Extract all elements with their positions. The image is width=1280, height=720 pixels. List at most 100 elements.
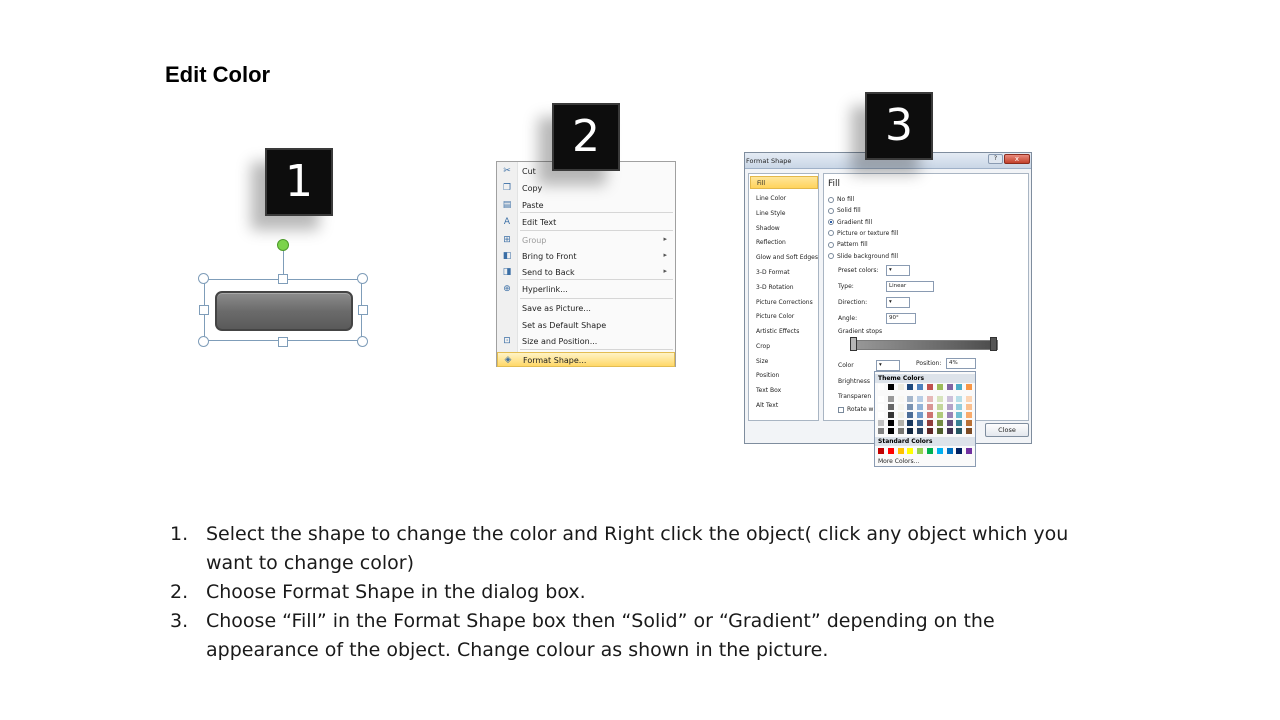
gray-rounded-rectangle-shape[interactable] [215, 291, 353, 331]
color-swatch[interactable] [946, 420, 953, 426]
dialog-nav-item[interactable]: 3-D Format [750, 266, 818, 279]
type-dropdown[interactable]: Linear [886, 281, 934, 292]
color-swatch[interactable] [927, 412, 933, 418]
menu-item-size-and-position[interactable]: ⊡ Size and Position... [497, 334, 675, 349]
dialog-nav-item[interactable]: Size [750, 355, 818, 368]
menu-item-format-shape[interactable]: ◈ Format Shape... [497, 352, 675, 367]
color-swatch[interactable] [897, 404, 904, 410]
standard-color-swatch[interactable] [936, 448, 943, 454]
color-swatch[interactable] [878, 404, 884, 410]
color-swatch[interactable] [917, 428, 924, 434]
color-swatch[interactable] [927, 420, 933, 426]
color-swatch[interactable] [887, 384, 894, 390]
resize-handle-top-right[interactable] [357, 273, 368, 284]
color-swatch[interactable] [936, 428, 943, 434]
color-swatch[interactable] [897, 412, 904, 418]
color-swatch[interactable] [936, 412, 943, 418]
color-swatch[interactable] [936, 420, 943, 426]
color-swatch[interactable] [956, 384, 963, 390]
color-swatch[interactable] [946, 396, 953, 402]
color-swatch[interactable] [897, 396, 904, 402]
fill-option-radio[interactable]: Solid fill [828, 207, 861, 217]
menu-item-paste[interactable]: ▤ Paste [497, 198, 675, 213]
color-swatch[interactable] [946, 404, 953, 410]
dialog-nav-item[interactable]: Shadow [750, 222, 818, 235]
color-swatch[interactable] [927, 404, 933, 410]
color-swatch[interactable] [887, 396, 894, 402]
dialog-nav-item[interactable]: Picture Color [750, 310, 818, 323]
dialog-nav-item[interactable]: Line Style [750, 207, 818, 220]
color-swatch[interactable] [917, 420, 924, 426]
standard-color-swatch[interactable] [897, 448, 904, 454]
fill-option-radio[interactable]: No fill [828, 196, 854, 206]
resize-handle-left[interactable] [199, 305, 209, 315]
color-swatch[interactable] [917, 384, 924, 390]
standard-color-swatch[interactable] [917, 448, 924, 454]
close-button[interactable]: Close [985, 423, 1029, 437]
gradient-stop-handle[interactable] [990, 337, 997, 351]
color-swatch[interactable] [927, 384, 933, 390]
color-swatch[interactable] [878, 428, 884, 434]
color-swatch[interactable] [946, 428, 953, 434]
standard-color-swatch[interactable] [927, 448, 933, 454]
standard-color-swatch[interactable] [878, 448, 884, 454]
dialog-nav-item[interactable]: Alt Text [750, 399, 818, 412]
more-colors-link[interactable]: More Colors... [878, 458, 919, 465]
color-swatch[interactable] [878, 396, 884, 402]
color-swatch[interactable] [936, 396, 943, 402]
menu-item-send-to-back[interactable]: ◨ Send to Back ▸ [497, 265, 675, 280]
resize-handle-bottom-left[interactable] [198, 336, 209, 347]
rotate-with-shape-checkbox[interactable]: Rotate w [838, 406, 873, 413]
standard-color-swatch[interactable] [887, 448, 894, 454]
color-swatch[interactable] [946, 384, 953, 390]
dialog-nav-item[interactable]: Picture Corrections [750, 296, 818, 309]
color-swatch[interactable] [966, 404, 973, 410]
menu-item-edit-text[interactable]: A Edit Text [497, 215, 675, 230]
fill-option-radio[interactable]: Picture or texture fill [828, 230, 898, 240]
color-swatch[interactable] [907, 428, 914, 434]
color-swatch[interactable] [907, 404, 914, 410]
color-swatch[interactable] [878, 420, 884, 426]
resize-handle-top[interactable] [278, 274, 288, 284]
preset-colors-dropdown[interactable]: ▾ [886, 265, 910, 276]
standard-color-swatch[interactable] [946, 448, 953, 454]
color-swatch[interactable] [966, 396, 973, 402]
color-swatch[interactable] [927, 428, 933, 434]
resize-handle-bottom-right[interactable] [357, 336, 368, 347]
direction-dropdown[interactable]: ▾ [886, 297, 910, 308]
color-swatch[interactable] [917, 396, 924, 402]
color-dropdown[interactable]: ▾ [876, 360, 900, 371]
color-swatch[interactable] [917, 412, 924, 418]
dialog-nav-item[interactable]: Position [750, 369, 818, 382]
color-swatch[interactable] [907, 384, 914, 390]
color-swatch[interactable] [907, 420, 914, 426]
gradient-stop-handle[interactable] [850, 337, 857, 351]
color-swatch[interactable] [956, 412, 963, 418]
color-swatch[interactable] [897, 428, 904, 434]
color-swatch[interactable] [917, 404, 924, 410]
menu-item-copy[interactable]: ❐ Copy [497, 181, 675, 196]
color-swatch[interactable] [887, 412, 894, 418]
resize-handle-top-left[interactable] [198, 273, 209, 284]
dialog-nav-item[interactable]: Artistic Effects [750, 325, 818, 338]
standard-color-swatch[interactable] [966, 448, 973, 454]
rotation-handle[interactable] [277, 239, 289, 251]
color-swatch[interactable] [956, 428, 963, 434]
resize-handle-right[interactable] [358, 305, 368, 315]
color-swatch[interactable] [966, 420, 973, 426]
color-swatch[interactable] [936, 384, 943, 390]
dialog-nav-item[interactable]: 3-D Rotation [750, 281, 818, 294]
menu-item-hyperlink[interactable]: ⊕ Hyperlink... [497, 282, 675, 297]
dialog-nav-item[interactable]: Reflection [750, 236, 818, 249]
resize-handle-bottom[interactable] [278, 337, 288, 347]
menu-item-bring-to-front[interactable]: ◧ Bring to Front ▸ [497, 249, 675, 264]
gradient-stops-bar[interactable] [850, 340, 998, 350]
selected-shape-group[interactable] [196, 236, 376, 351]
menu-item-group[interactable]: ⊞ Group ▸ [497, 233, 675, 248]
dialog-nav-item[interactable]: Fill [750, 176, 818, 189]
color-swatch[interactable] [878, 384, 884, 390]
color-swatch[interactable] [887, 404, 894, 410]
color-swatch[interactable] [927, 396, 933, 402]
menu-item-set-as-default-shape[interactable]: Set as Default Shape [497, 318, 675, 333]
color-swatch[interactable] [966, 412, 973, 418]
